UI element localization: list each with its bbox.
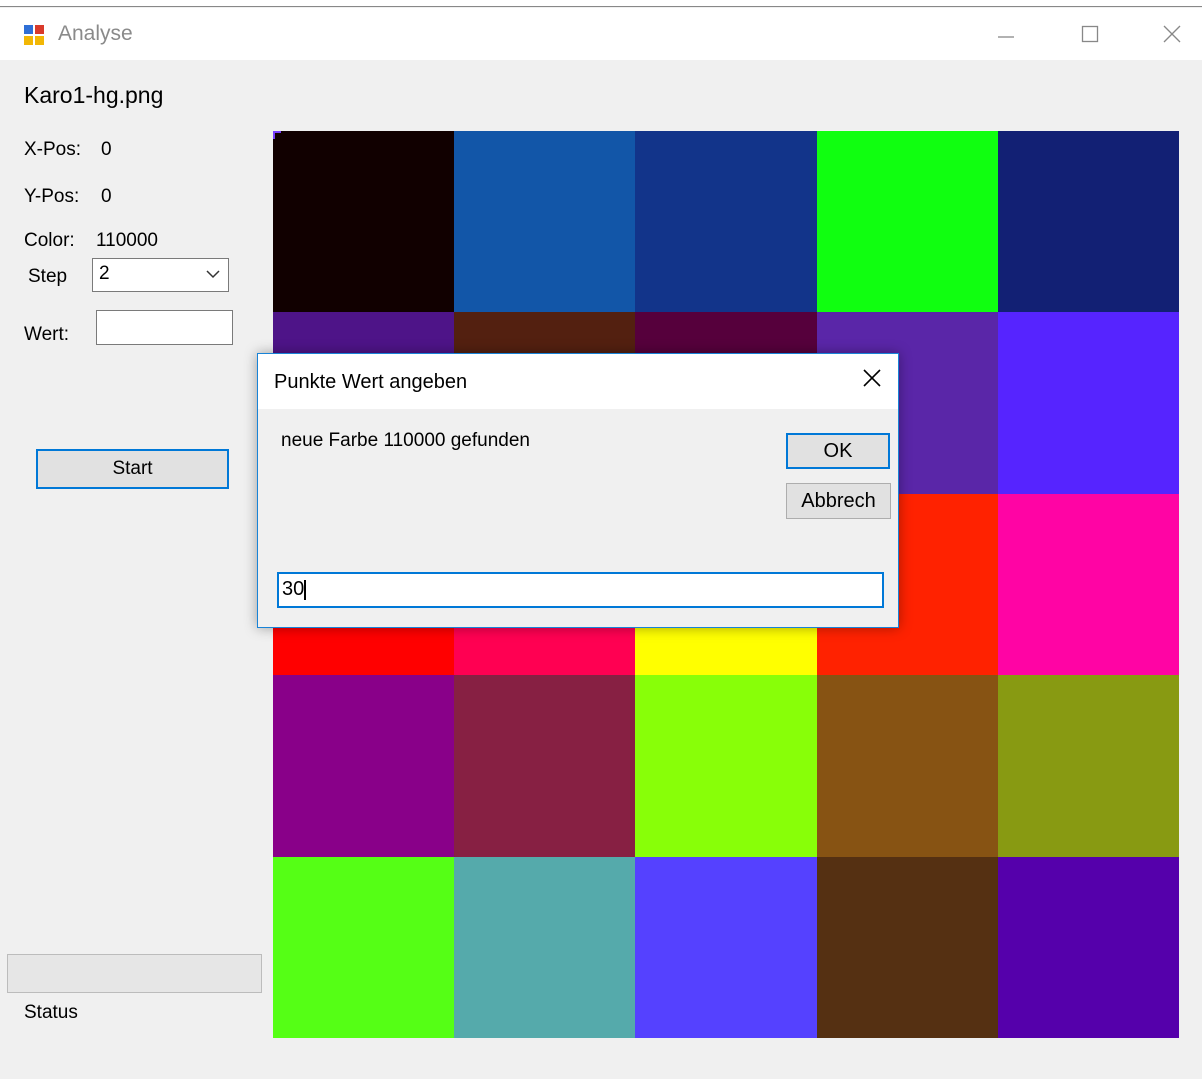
filename-label: Karo1-hg.png — [24, 82, 164, 108]
analyse-window: Analyse Karo1-hg.png X-Pos: 0 Y-Pos: 0 C… — [0, 0, 1202, 1079]
value-dialog: Punkte Wert angeben neue Farbe 110000 ge… — [257, 353, 899, 628]
image-cell[interactable] — [273, 131, 455, 313]
dialog-title-bar[interactable]: Punkte Wert angeben — [258, 354, 898, 409]
dialog-input-text: 30 — [282, 578, 305, 600]
image-cell[interactable] — [816, 131, 998, 313]
image-cell[interactable] — [635, 675, 817, 857]
minimize-button[interactable] — [970, 8, 1042, 60]
step-dropdown[interactable]: 2 — [92, 258, 229, 292]
image-cell[interactable] — [816, 856, 998, 1038]
app-icon — [24, 25, 46, 47]
image-cell[interactable] — [273, 675, 455, 857]
image-cell[interactable] — [997, 312, 1179, 494]
chevron-down-icon — [206, 270, 220, 279]
desktop-edge — [0, 0, 1202, 7]
maximize-button[interactable] — [1054, 8, 1126, 60]
image-cell[interactable] — [997, 131, 1179, 313]
wert-label: Wert: — [24, 324, 70, 345]
image-cell[interactable] — [273, 856, 455, 1038]
xpos-value: 0 — [101, 139, 112, 160]
dialog-message: neue Farbe 110000 gefunden — [281, 430, 530, 451]
close-icon[interactable] — [860, 366, 884, 390]
text-caret — [304, 579, 307, 600]
minimize-icon — [998, 36, 1014, 38]
color-label: Color: — [24, 230, 75, 251]
image-cell[interactable] — [635, 856, 817, 1038]
ok-button[interactable]: OK — [786, 433, 890, 469]
title-bar[interactable]: Analyse — [0, 8, 1202, 60]
close-icon — [1163, 25, 1181, 43]
ypos-value: 0 — [101, 186, 112, 207]
dialog-title: Punkte Wert angeben — [274, 371, 468, 393]
ypos-label: Y-Pos: — [24, 186, 80, 207]
xpos-label: X-Pos: — [24, 139, 82, 160]
image-cell[interactable] — [997, 493, 1179, 676]
wert-input[interactable] — [96, 310, 233, 345]
position-marker — [273, 131, 281, 139]
maximize-icon — [1081, 25, 1099, 43]
image-cell[interactable] — [454, 131, 636, 313]
image-cell[interactable] — [997, 856, 1179, 1038]
window-title: Analyse — [58, 22, 133, 45]
image-cell[interactable] — [997, 675, 1179, 857]
image-cell[interactable] — [454, 856, 636, 1038]
color-value: 110000 — [96, 230, 158, 251]
progress-bar — [7, 954, 262, 993]
status-label: Status — [24, 1002, 78, 1023]
image-cell[interactable] — [454, 675, 636, 857]
step-label: Step — [28, 266, 68, 287]
image-cell[interactable] — [635, 131, 817, 313]
image-cell[interactable] — [816, 675, 998, 857]
step-dropdown-value: 2 — [99, 263, 110, 284]
cancel-button[interactable]: Abbrech — [786, 483, 891, 519]
start-button[interactable]: Start — [36, 449, 229, 489]
close-button[interactable] — [1136, 8, 1202, 60]
dialog-value-input[interactable]: 30 — [277, 572, 884, 608]
